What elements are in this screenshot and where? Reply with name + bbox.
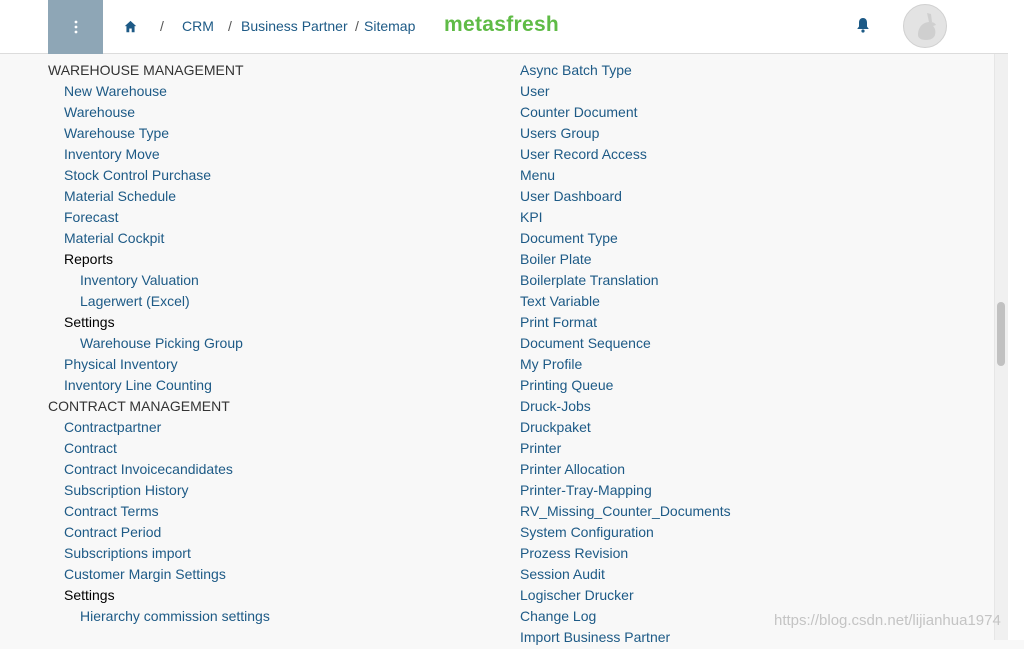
bell-icon[interactable] <box>856 17 870 33</box>
sitemap-link-boilerplate-translation[interactable]: Boilerplate Translation <box>520 271 731 292</box>
breadcrumb-sitemap[interactable]: Sitemap <box>364 18 415 34</box>
sitemap-link-document-type[interactable]: Document Type <box>520 229 731 250</box>
sitemap-link-kpi[interactable]: KPI <box>520 208 731 229</box>
sitemap-link-warehouse-picking-group[interactable]: Warehouse Picking Group <box>48 334 270 355</box>
sitemap-link-async-batch-type[interactable]: Async Batch Type <box>520 61 731 82</box>
sitemap-link-user[interactable]: User <box>520 82 731 103</box>
breadcrumb-separator: / <box>160 18 164 34</box>
sitemap-link-printer[interactable]: Printer <box>520 439 731 460</box>
sitemap-link-contract[interactable]: Contract <box>48 439 270 460</box>
category-reports: Reports <box>64 251 114 267</box>
sitemap-link-contract-invoicecandidates[interactable]: Contract Invoicecandidates <box>48 460 270 481</box>
sitemap-link-new-warehouse[interactable]: New Warehouse <box>48 82 270 103</box>
sitemap-link-druckpaket[interactable]: Druckpaket <box>520 418 731 439</box>
sitemap-link-inventory-valuation[interactable]: Inventory Valuation <box>48 271 270 292</box>
home-icon[interactable] <box>124 20 137 33</box>
user-avatar[interactable] <box>903 4 947 48</box>
avatar-icon <box>918 13 936 40</box>
sitemap-link-document-sequence[interactable]: Document Sequence <box>520 334 731 355</box>
sitemap-link-lagerwert-excel[interactable]: Lagerwert (Excel) <box>48 292 270 313</box>
sitemap-link-druck-jobs[interactable]: Druck-Jobs <box>520 397 731 418</box>
sitemap-link-counter-document[interactable]: Counter Document <box>520 103 731 124</box>
sitemap-link-subscription-history[interactable]: Subscription History <box>48 481 270 502</box>
sitemap-link-user-record-access[interactable]: User Record Access <box>520 145 731 166</box>
kebab-menu-icon <box>74 20 77 34</box>
scrollbar-thumb[interactable] <box>997 302 1005 366</box>
section-header-warehouse-management: WAREHOUSE MANAGEMENT <box>48 62 244 78</box>
sitemap-link-text-variable[interactable]: Text Variable <box>520 292 731 313</box>
sitemap-link-material-schedule[interactable]: Material Schedule <box>48 187 270 208</box>
sitemap-link-system-configuration[interactable]: System Configuration <box>520 523 731 544</box>
sitemap-link-import-business-partner[interactable]: Import Business Partner <box>520 628 731 649</box>
breadcrumb-business-partner[interactable]: Business Partner <box>241 18 348 34</box>
sitemap-link-stock-control-purchase[interactable]: Stock Control Purchase <box>48 166 270 187</box>
section-header-contract-management: CONTRACT MANAGEMENT <box>48 398 230 414</box>
sitemap-link-contract-terms[interactable]: Contract Terms <box>48 502 270 523</box>
sitemap-link-my-profile[interactable]: My Profile <box>520 355 731 376</box>
menu-button[interactable] <box>48 0 103 54</box>
sitemap-left-column: WAREHOUSE MANAGEMENT New Warehouse Warehou… <box>48 61 270 628</box>
sitemap-link-users-group[interactable]: Users Group <box>520 124 731 145</box>
breadcrumb-crm[interactable]: CRM <box>182 18 214 34</box>
sitemap-link-contractpartner[interactable]: Contractpartner <box>48 418 270 439</box>
sitemap-link-change-log[interactable]: Change Log <box>520 607 731 628</box>
sitemap-link-warehouse-type[interactable]: Warehouse Type <box>48 124 270 145</box>
sitemap-link-customer-margin-settings[interactable]: Customer Margin Settings <box>48 565 270 586</box>
sitemap-link-print-format[interactable]: Print Format <box>520 313 731 334</box>
top-header: / CRM / Business Partner / Sitemap metas… <box>0 0 1008 54</box>
sitemap-link-inventory-move[interactable]: Inventory Move <box>48 145 270 166</box>
sitemap-link-forecast[interactable]: Forecast <box>48 208 270 229</box>
sitemap-link-prozess-revision[interactable]: Prozess Revision <box>520 544 731 565</box>
breadcrumb-separator: / <box>355 18 359 34</box>
category-settings: Settings <box>64 587 115 603</box>
sitemap-link-boiler-plate[interactable]: Boiler Plate <box>520 250 731 271</box>
sitemap-link-menu[interactable]: Menu <box>520 166 731 187</box>
sitemap-link-rv-missing-counter-documents[interactable]: RV_Missing_Counter_Documents <box>520 502 731 523</box>
sitemap-link-warehouse[interactable]: Warehouse <box>48 103 270 124</box>
breadcrumb-separator: / <box>228 18 232 34</box>
sitemap-link-printer-tray-mapping[interactable]: Printer-Tray-Mapping <box>520 481 731 502</box>
sitemap-link-printing-queue[interactable]: Printing Queue <box>520 376 731 397</box>
sitemap-right-column: Async Batch Type User Counter Document User… <box>520 61 731 649</box>
window-edge <box>1008 0 1024 640</box>
sitemap-link-hierarchy-commission-settings[interactable]: Hierarchy commission settings <box>48 607 270 628</box>
sitemap-link-printer-allocation[interactable]: Printer Allocation <box>520 460 731 481</box>
sitemap-link-subscriptions-import[interactable]: Subscriptions import <box>48 544 270 565</box>
sitemap-link-material-cockpit[interactable]: Material Cockpit <box>48 229 270 250</box>
metasfresh-logo: metasfresh <box>444 13 560 36</box>
sitemap-link-contract-period[interactable]: Contract Period <box>48 523 270 544</box>
watermark: https://blog.csdn.net/lijianhua1974 <box>774 612 1001 629</box>
sitemap-link-session-audit[interactable]: Session Audit <box>520 565 731 586</box>
sitemap-link-physical-inventory[interactable]: Physical Inventory <box>48 355 270 376</box>
category-settings: Settings <box>64 314 115 330</box>
sitemap-link-user-dashboard[interactable]: User Dashboard <box>520 187 731 208</box>
sitemap-link-inventory-line-counting[interactable]: Inventory Line Counting <box>48 376 270 397</box>
sitemap-link-logischer-drucker[interactable]: Logischer Drucker <box>520 586 731 607</box>
